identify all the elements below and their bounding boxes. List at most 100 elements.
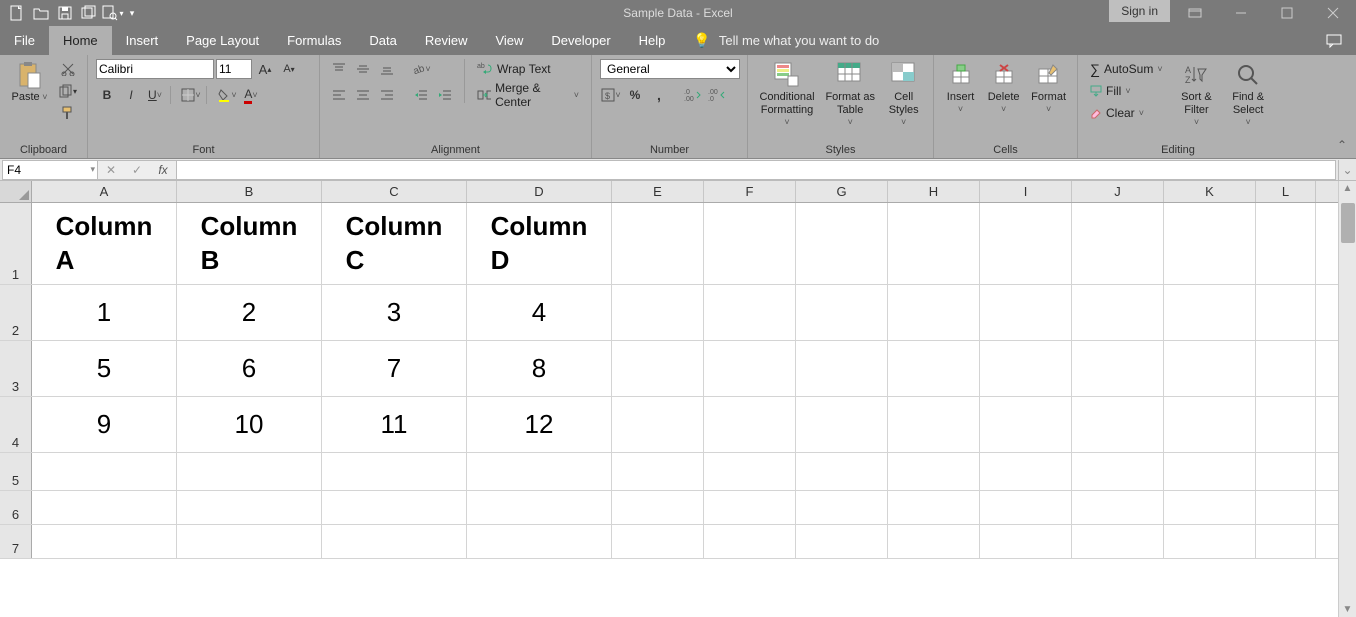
borders-icon[interactable] bbox=[180, 85, 202, 105]
cell[interactable] bbox=[704, 285, 796, 340]
cell[interactable] bbox=[796, 285, 888, 340]
cell[interactable] bbox=[1256, 453, 1316, 490]
underline-icon[interactable]: U bbox=[144, 85, 166, 105]
cell[interactable]: ColumnD bbox=[467, 203, 612, 284]
comments-icon[interactable] bbox=[1312, 26, 1356, 55]
cell[interactable] bbox=[796, 397, 888, 452]
cell[interactable] bbox=[1256, 203, 1316, 284]
sort-filter-button[interactable]: AZ Sort & Filter bbox=[1175, 59, 1219, 130]
cell[interactable] bbox=[704, 341, 796, 396]
qat-customize-icon[interactable]: ▾ bbox=[126, 2, 138, 24]
tell-me-search[interactable]: 💡 Tell me what you want to do bbox=[679, 26, 893, 55]
cell[interactable]: 2 bbox=[177, 285, 322, 340]
cell[interactable]: 11 bbox=[322, 397, 467, 452]
paste-button[interactable]: Paste bbox=[8, 59, 51, 106]
cell[interactable] bbox=[612, 203, 704, 284]
column-header[interactable]: L bbox=[1256, 181, 1316, 202]
cell[interactable] bbox=[612, 491, 704, 524]
cell[interactable] bbox=[796, 491, 888, 524]
cell[interactable] bbox=[1164, 491, 1256, 524]
cell[interactable] bbox=[612, 397, 704, 452]
cell[interactable] bbox=[32, 525, 177, 558]
cell[interactable] bbox=[796, 453, 888, 490]
column-header[interactable]: C bbox=[322, 181, 467, 202]
cell[interactable] bbox=[177, 453, 322, 490]
column-header[interactable]: I bbox=[980, 181, 1072, 202]
insert-button[interactable]: Insert bbox=[942, 59, 979, 117]
fill-color-icon[interactable] bbox=[216, 85, 238, 105]
tab-formulas[interactable]: Formulas bbox=[273, 26, 355, 55]
cell[interactable] bbox=[612, 285, 704, 340]
copy-icon[interactable]: ▾ bbox=[57, 81, 79, 101]
cell[interactable] bbox=[322, 491, 467, 524]
cell[interactable] bbox=[888, 203, 980, 284]
scroll-up-icon[interactable]: ▲ bbox=[1339, 183, 1356, 194]
percent-icon[interactable]: % bbox=[624, 85, 646, 105]
cell[interactable] bbox=[1072, 491, 1164, 524]
cell[interactable] bbox=[612, 525, 704, 558]
cell[interactable] bbox=[704, 491, 796, 524]
qat-saveall-icon[interactable] bbox=[78, 2, 100, 24]
cell[interactable] bbox=[796, 525, 888, 558]
cell[interactable]: ColumnB bbox=[177, 203, 322, 284]
cell[interactable] bbox=[980, 525, 1072, 558]
increase-font-icon[interactable]: A▴ bbox=[254, 59, 276, 79]
cell[interactable] bbox=[467, 525, 612, 558]
minimize-icon[interactable] bbox=[1218, 0, 1264, 26]
row-header[interactable]: 5 bbox=[0, 453, 32, 490]
select-all-button[interactable] bbox=[0, 181, 32, 202]
cancel-formula-icon[interactable]: ✕ bbox=[98, 163, 124, 177]
cell[interactable] bbox=[980, 341, 1072, 396]
row-header[interactable]: 7 bbox=[0, 525, 32, 558]
column-header[interactable]: B bbox=[177, 181, 322, 202]
cell[interactable] bbox=[888, 525, 980, 558]
wrap-text-button[interactable]: abWrap Text bbox=[473, 59, 583, 79]
scroll-thumb[interactable] bbox=[1341, 203, 1355, 243]
tab-page-layout[interactable]: Page Layout bbox=[172, 26, 273, 55]
row-header[interactable]: 3 bbox=[0, 341, 32, 396]
cell[interactable]: 8 bbox=[467, 341, 612, 396]
decrease-decimal-icon[interactable]: .00.0 bbox=[706, 85, 728, 105]
cell[interactable] bbox=[1164, 525, 1256, 558]
cell[interactable] bbox=[980, 203, 1072, 284]
cell[interactable] bbox=[1256, 525, 1316, 558]
font-size-combo[interactable] bbox=[216, 59, 252, 79]
cell[interactable] bbox=[980, 285, 1072, 340]
column-header[interactable]: J bbox=[1072, 181, 1164, 202]
fill-button[interactable]: Fill bbox=[1086, 81, 1167, 101]
cell[interactable] bbox=[980, 397, 1072, 452]
qat-save-icon[interactable] bbox=[54, 2, 76, 24]
cell[interactable] bbox=[177, 525, 322, 558]
row-header[interactable]: 4 bbox=[0, 397, 32, 452]
orientation-icon[interactable]: ab bbox=[410, 59, 432, 79]
tab-data[interactable]: Data bbox=[355, 26, 410, 55]
cell[interactable] bbox=[1256, 491, 1316, 524]
row-header[interactable]: 6 bbox=[0, 491, 32, 524]
format-as-table-button[interactable]: Format as Table bbox=[824, 59, 876, 130]
qat-preview-icon[interactable]: ▾ bbox=[102, 2, 124, 24]
cell[interactable]: 5 bbox=[32, 341, 177, 396]
sign-in-button[interactable]: Sign in bbox=[1109, 0, 1170, 22]
cell[interactable]: 6 bbox=[177, 341, 322, 396]
expand-formula-bar-icon[interactable]: ⌄ bbox=[1338, 160, 1356, 180]
qat-open-icon[interactable] bbox=[30, 2, 52, 24]
cell[interactable] bbox=[1072, 341, 1164, 396]
tab-insert[interactable]: Insert bbox=[112, 26, 173, 55]
cell[interactable] bbox=[32, 453, 177, 490]
cell[interactable] bbox=[1072, 203, 1164, 284]
cell[interactable] bbox=[612, 453, 704, 490]
column-header[interactable]: A bbox=[32, 181, 177, 202]
cell[interactable] bbox=[1072, 525, 1164, 558]
cell-styles-button[interactable]: Cell Styles bbox=[882, 59, 925, 130]
align-top-icon[interactable] bbox=[328, 59, 350, 79]
cell[interactable] bbox=[467, 453, 612, 490]
cell[interactable] bbox=[704, 453, 796, 490]
accounting-format-icon[interactable]: $ bbox=[600, 85, 622, 105]
cell[interactable] bbox=[888, 285, 980, 340]
column-header[interactable]: K bbox=[1164, 181, 1256, 202]
cell[interactable] bbox=[704, 525, 796, 558]
decrease-font-icon[interactable]: A▾ bbox=[278, 59, 300, 79]
row-header[interactable]: 1 bbox=[0, 203, 32, 284]
formula-input[interactable] bbox=[177, 160, 1336, 180]
cell[interactable] bbox=[1256, 397, 1316, 452]
